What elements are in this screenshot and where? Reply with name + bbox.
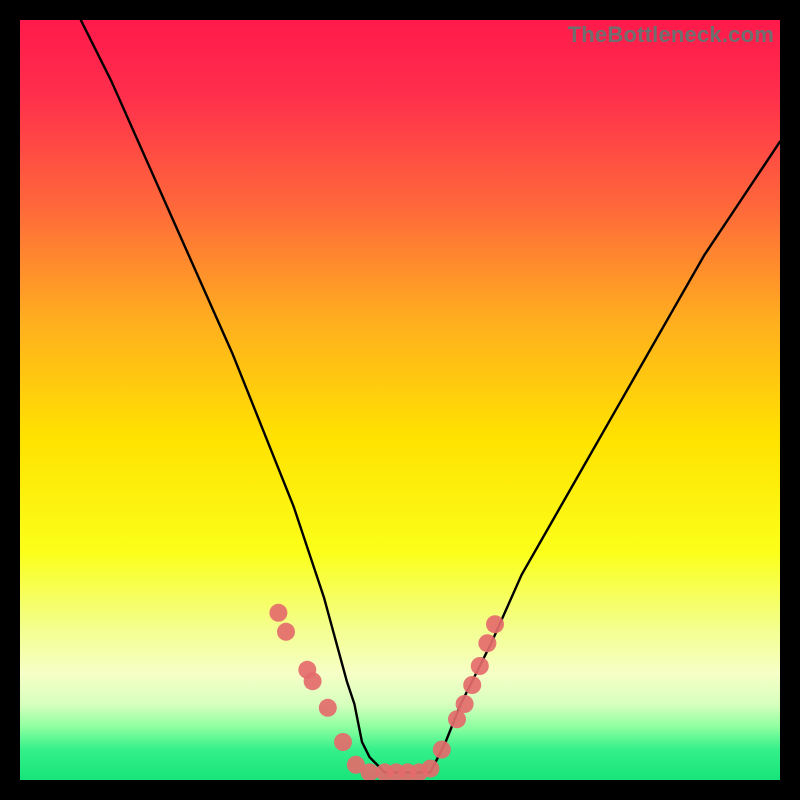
marker-dot: [456, 695, 474, 713]
outer-frame: TheBottleneck.com: [0, 0, 800, 800]
marker-dot: [478, 634, 496, 652]
marker-dot: [471, 657, 489, 675]
watermark-text: TheBottleneck.com: [568, 22, 774, 48]
marker-dot: [277, 623, 295, 641]
marker-dot: [304, 672, 322, 690]
marker-dot: [421, 760, 439, 778]
marker-dot: [433, 741, 451, 759]
marker-dot: [463, 676, 481, 694]
marker-dot: [486, 615, 504, 633]
marker-dot: [319, 699, 337, 717]
chart-svg: [20, 20, 780, 780]
plot-area: TheBottleneck.com: [20, 20, 780, 780]
marker-dot: [334, 733, 352, 751]
marker-dot: [269, 604, 287, 622]
